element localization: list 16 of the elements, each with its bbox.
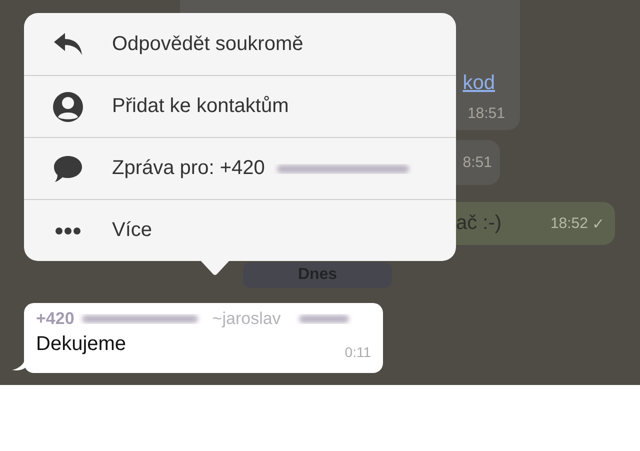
message-time: 18:51 [467,105,505,122]
menu-item[interactable]: Zpráva pro: +420 [24,137,456,199]
message-time: 8:51 [462,154,492,171]
more-icon [55,226,81,234]
message-text: Dekujeme [36,333,126,356]
speech-bubble-icon [53,154,83,182]
sender-number: +420 [36,309,74,329]
sent-tick: ✓ [592,214,605,232]
sender-name: ~jaroslav [212,309,281,329]
message-time: 0:11 [344,344,371,360]
reply-icon [53,32,83,56]
menu-item[interactable]: Odpovědět soukromě [24,13,456,75]
message-time: 18:52 [550,215,588,232]
menu-item[interactable]: Více [24,199,456,261]
menu-item[interactable]: Přidat ke kontaktům [24,75,456,137]
contact-icon [53,92,83,122]
